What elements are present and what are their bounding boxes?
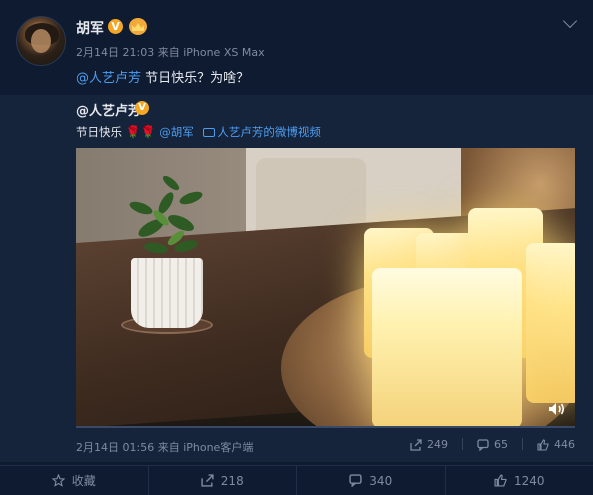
like-button[interactable]: 1240 — [446, 466, 593, 495]
post-body: 节日快乐？为啥？ — [141, 71, 250, 86]
repost-mention[interactable]: @胡军 — [159, 125, 194, 139]
thumbs-up-icon — [494, 474, 507, 487]
repost-repost-button[interactable]: 249 — [410, 438, 448, 451]
action-bar: 收藏 218 340 1240 — [0, 465, 593, 495]
video-link[interactable]: 人艺卢芳的微博视频 — [217, 125, 321, 139]
video-player[interactable] — [76, 148, 575, 428]
comment-button[interactable]: 340 — [297, 466, 446, 495]
video-link-icon — [203, 128, 216, 137]
repost-repost-count: 249 — [427, 438, 448, 451]
favorite-label: 收藏 — [71, 474, 96, 488]
post-timestamp[interactable]: 2月14日 21:03 — [76, 46, 154, 59]
repost-like-button[interactable]: 446 — [537, 438, 575, 451]
plant-pot — [131, 258, 203, 328]
verified-icon: V — [108, 19, 123, 34]
video-progress-bar[interactable] — [76, 426, 575, 428]
rose-icon: 🌹 — [125, 125, 141, 139]
divider — [462, 438, 463, 450]
repost-body: 节日快乐 — [76, 125, 122, 139]
repost-actions: 249 65 446 — [410, 438, 575, 451]
plant-image — [129, 175, 203, 254]
avatar-face — [31, 29, 51, 53]
comment-icon — [477, 438, 489, 451]
repost-text: 节日快乐 🌹🌹 @胡军 人艺卢芳的微博视频 — [76, 124, 321, 140]
share-icon — [410, 438, 422, 451]
like-count: 1240 — [513, 473, 545, 488]
repost-like-count: 446 — [554, 438, 575, 451]
rose-icon: 🌹 — [140, 125, 156, 139]
thumbs-up-icon — [537, 438, 549, 451]
avatar[interactable] — [16, 16, 66, 66]
favorite-button[interactable]: 收藏 — [0, 466, 149, 495]
post-text: @人艺卢芳 节日快乐？为啥？ — [76, 67, 249, 86]
repost-verified-icon: V — [135, 101, 149, 115]
repost-count: 218 — [220, 473, 244, 488]
vip-crown-icon — [129, 18, 147, 35]
comment-count: 340 — [369, 473, 393, 488]
post-username[interactable]: 胡军 — [76, 18, 104, 38]
candle — [372, 268, 522, 428]
candle — [526, 243, 575, 403]
repost-timestamp[interactable]: 2月14日 01:56 — [76, 441, 154, 454]
volume-icon[interactable] — [548, 402, 566, 416]
repost-username[interactable]: @人艺卢芳 — [76, 100, 141, 119]
repost-source: 来自 iPhone客户端 — [157, 441, 254, 454]
post-source: 来自 iPhone XS Max — [157, 46, 265, 59]
post-mention[interactable]: @人艺卢芳 — [76, 71, 141, 86]
post-meta: 2月14日 21:03 来自 iPhone XS Max — [76, 44, 265, 60]
repost-comment-count: 65 — [494, 438, 508, 451]
repost-meta: 2月14日 01:56 来自 iPhone客户端 — [76, 439, 253, 455]
divider — [522, 438, 523, 450]
star-icon — [51, 474, 65, 487]
repost-button[interactable]: 218 — [149, 466, 297, 495]
comment-icon — [349, 474, 362, 487]
share-icon — [201, 474, 214, 487]
repost-comment-button[interactable]: 65 — [477, 438, 508, 451]
